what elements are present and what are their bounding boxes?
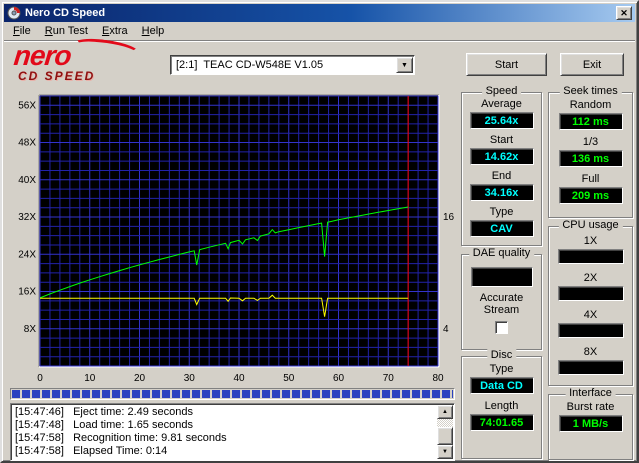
x-axis-label: 50 [283, 373, 295, 384]
y-axis-left-label: 56X [18, 100, 36, 111]
x-axis-label: 30 [184, 373, 196, 384]
end-speed-label: End [491, 170, 512, 182]
arrow-up-icon: ▲ [442, 409, 448, 415]
x-axis-label: 0 [37, 373, 43, 384]
scroll-down-button[interactable]: ▼ [437, 445, 453, 459]
log-scrollbar[interactable]: ▲ ▼ [437, 405, 453, 459]
average-label: Average [481, 98, 522, 110]
burst-rate-label: Burst rate [566, 401, 615, 413]
end-speed-display: 34.16x [469, 184, 534, 201]
log-line: [15:47:48] Load time: 1.65 seconds [15, 419, 193, 431]
disc-type-label: Type [489, 363, 514, 375]
average-value-display: 25.64x [469, 112, 534, 129]
close-icon: ✕ [620, 8, 628, 18]
nero-logo: nero CD SPEED [12, 35, 154, 85]
app-icon [7, 6, 21, 20]
drive-select-combobox[interactable]: [2:1] TEAC CD-W548E V1.05 ▼ [170, 55, 415, 75]
log-line: [15:47:58] Elapsed Time: 0:14 [15, 445, 168, 457]
dropdown-button[interactable]: ▼ [396, 57, 413, 73]
drive-select-value: [2:1] TEAC CD-W548E V1.05 [176, 59, 324, 71]
interface-panel-title: Interface [565, 387, 616, 399]
progress-fill [12, 390, 453, 398]
log-line: [15:47:58] Recognition time: 9.81 second… [15, 432, 227, 444]
x-axis-label: 20 [134, 373, 146, 384]
burst-rate-display: 1 MB/s [558, 415, 623, 432]
cpu-8x-label: 8X [583, 346, 598, 358]
window-title: Nero CD Speed [25, 7, 106, 19]
menu-item-run-test[interactable]: Run Test [38, 23, 95, 39]
third-seek-display: 136 ms [558, 150, 623, 167]
title-bar: Nero CD Speed ✕ [4, 4, 635, 22]
y-axis-right-label: 16 [443, 212, 455, 223]
x-axis-label: 40 [233, 373, 245, 384]
scroll-thumb[interactable] [437, 427, 453, 445]
y-axis-left-label: 24X [18, 249, 36, 260]
x-axis-label: 70 [383, 373, 395, 384]
cpu-4x-display [557, 323, 624, 338]
start-button[interactable]: Start [466, 53, 547, 76]
third-seek-label: 1/3 [582, 136, 599, 148]
y-axis-left-label: 8X [24, 324, 37, 335]
progress-bar [10, 388, 455, 400]
accurate-stream-label: Accurate Stream [479, 292, 524, 316]
dae-quality-panel-title: DAE quality [468, 247, 535, 259]
accurate-stream-checkbox[interactable] [495, 321, 508, 334]
disc-panel-title: Disc [486, 349, 517, 361]
app-window: Nero CD Speed ✕ File Run Test Extra Help… [0, 0, 639, 463]
speed-panel-title: Speed [481, 85, 522, 97]
start-speed-display: 14.62x [469, 148, 534, 165]
cpu-usage-panel-title: CPU usage [558, 219, 623, 231]
transfer-rate-chart: 8X 16X 24X 32X 40X 48X 56X 16 4 0 10 20 30 40 50 60 70 80 [7, 88, 459, 386]
log-line: [15:47:46] Eject time: 2.49 seconds [15, 406, 193, 418]
scroll-track[interactable] [437, 419, 453, 445]
x-axis-label: 80 [432, 373, 444, 384]
cpu-2x-label: 2X [583, 272, 598, 284]
random-seek-label: Random [569, 99, 612, 111]
random-seek-display: 112 ms [558, 113, 623, 130]
speed-type-display: CAV [469, 220, 534, 237]
log-lines: [15:47:46] Eject time: 2.49 seconds [15:… [15, 406, 435, 458]
menu-item-file[interactable]: File [6, 23, 38, 39]
dae-quality-display [470, 267, 533, 287]
close-button[interactable]: ✕ [616, 6, 632, 20]
y-axis-left-label: 40X [18, 175, 36, 186]
chevron-down-icon: ▼ [401, 61, 408, 69]
menu-item-help[interactable]: Help [135, 23, 172, 39]
cpu-2x-display [557, 286, 624, 301]
dae-quality-panel: DAE quality Accurate Stream [461, 247, 542, 350]
y-axis-left-label: 16X [18, 287, 36, 298]
cpu-usage-panel: CPU usage 1X 2X 4X 8X [548, 219, 633, 386]
full-seek-display: 209 ms [558, 187, 623, 204]
full-seek-label: Full [581, 173, 600, 185]
scroll-up-button[interactable]: ▲ [437, 405, 453, 419]
log-listbox[interactable]: [15:47:46] Eject time: 2.49 seconds [15:… [10, 403, 455, 461]
seek-times-panel-title: Seek times [559, 85, 622, 97]
x-axis-label: 60 [333, 373, 345, 384]
exit-button[interactable]: Exit [560, 53, 624, 76]
start-speed-label: Start [489, 134, 514, 146]
disc-panel: Disc Type Data CD Length 74:01.65 [461, 349, 542, 459]
cpu-4x-label: 4X [583, 309, 598, 321]
arrow-down-icon: ▼ [442, 449, 448, 455]
y-axis-left-label: 48X [18, 138, 36, 149]
cpu-1x-label: 1X [583, 235, 598, 247]
speed-type-label: Type [489, 206, 514, 218]
cpu-8x-display [557, 360, 624, 375]
disc-length-display: 74:01.65 [469, 414, 534, 431]
cpu-1x-display [557, 249, 624, 264]
speed-panel: Speed Average 25.64x Start 14.62x End 34… [461, 85, 542, 246]
x-axis-label: 10 [84, 373, 96, 384]
chart-canvas: 8X16X24X32X40X48X56X1640 10 20 30 40 50 60 70 80 [18, 94, 455, 384]
logo-cdspeed-text: CD SPEED [18, 69, 96, 83]
menu-item-extra[interactable]: Extra [95, 23, 135, 39]
y-axis-left-label: 32X [18, 212, 36, 223]
seek-times-panel: Seek times Random 112 ms 1/3 136 ms Full… [548, 85, 633, 218]
disc-length-label: Length [484, 400, 519, 412]
interface-panel: Interface Burst rate 1 MB/s [548, 387, 633, 460]
disc-type-display: Data CD [469, 377, 534, 394]
y-axis-right-label: 4 [443, 324, 449, 335]
